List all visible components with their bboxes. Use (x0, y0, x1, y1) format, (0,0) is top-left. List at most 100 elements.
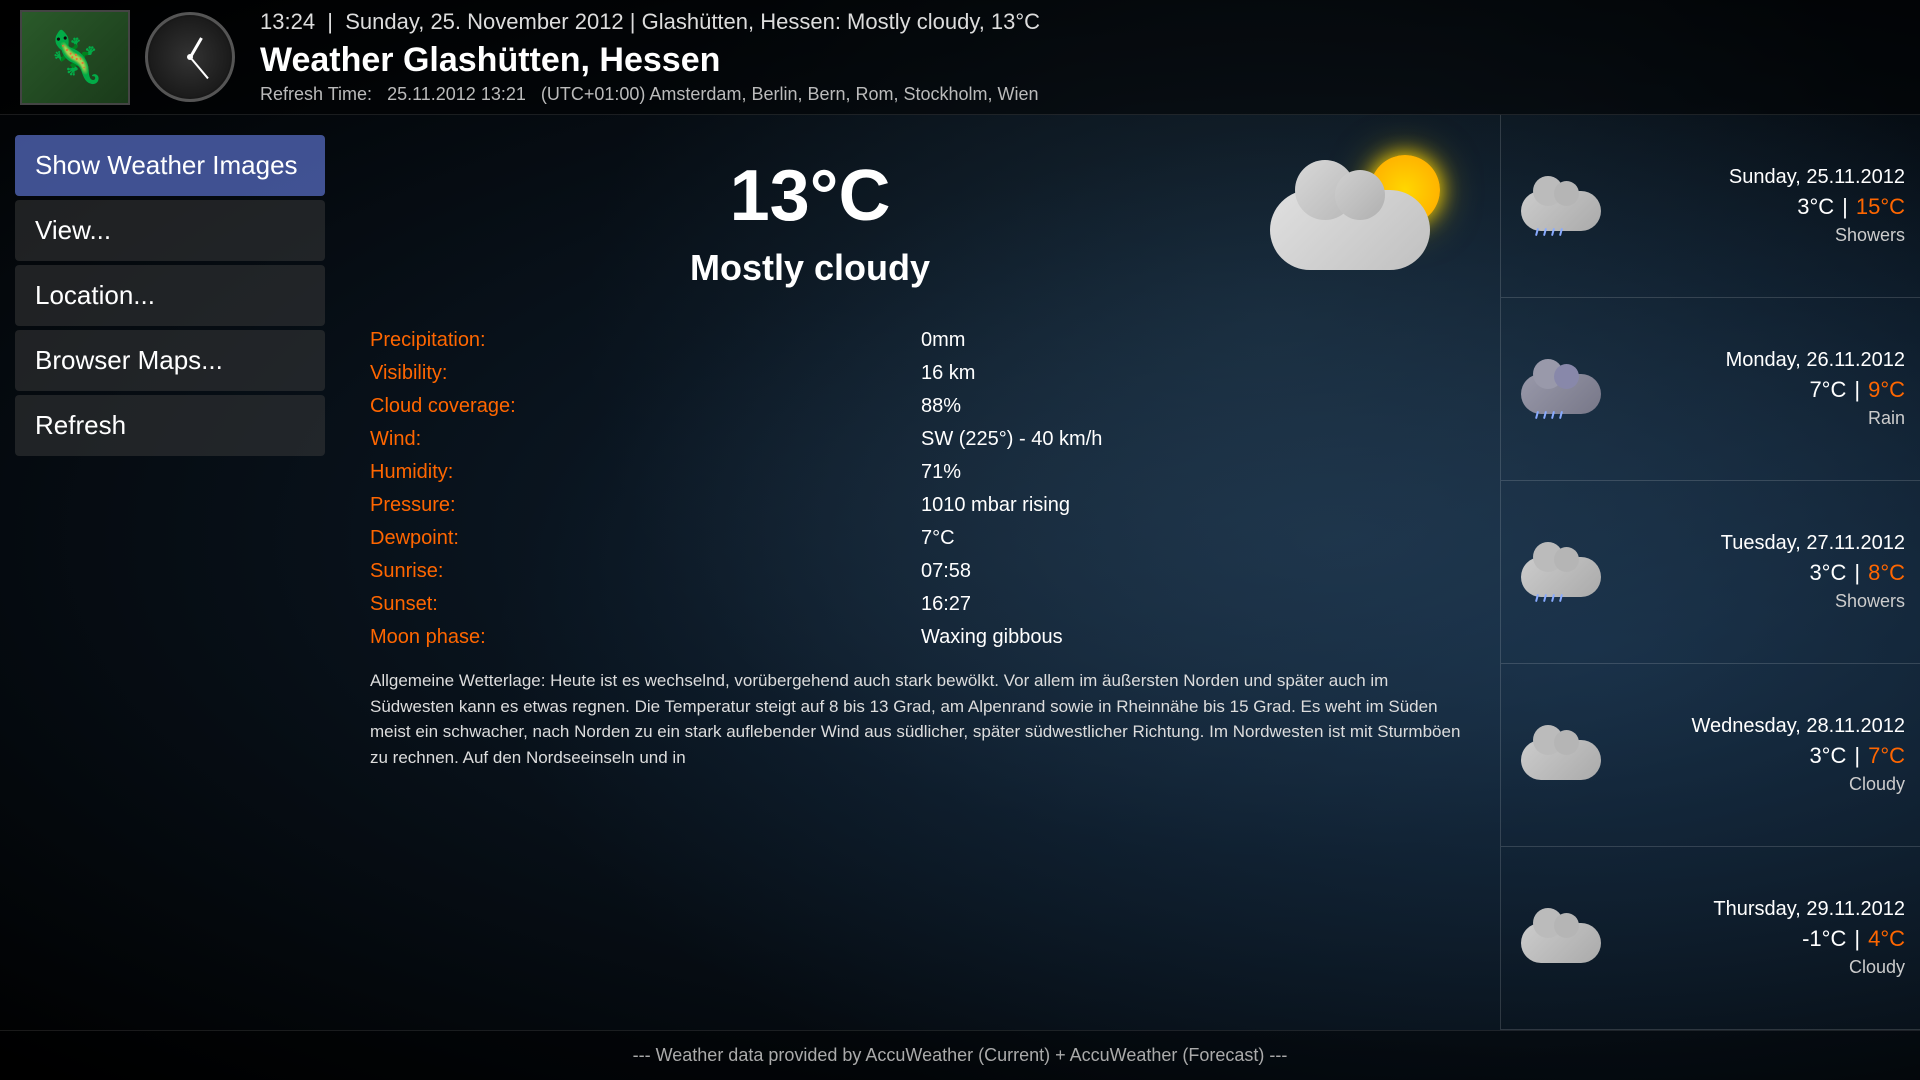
rain-drop (1543, 228, 1547, 236)
forecast-date: Sunday, 25.11.2012 (1616, 166, 1905, 189)
forecast-low: 3°C (1797, 194, 1834, 219)
refresh-label: Refresh Time: (260, 84, 372, 104)
forecast-high: 9°C (1868, 377, 1905, 402)
forecast-info: Monday, 26.11.2012 7°C | 9°C Rain (1616, 349, 1905, 429)
forecast-temps: -1°C|4°C (1616, 926, 1905, 952)
clock-center (187, 54, 193, 60)
detail-value: 1010 mbar rising (921, 490, 1470, 521)
small-cloud (1521, 374, 1601, 414)
rain-drop (1559, 228, 1563, 236)
forecast-condition: Cloudy (1616, 774, 1905, 795)
rain-drop (1559, 594, 1563, 602)
forecast-day-4: Thursday, 29.11.2012-1°C|4°CCloudy (1501, 847, 1920, 1030)
forecast-info: Wednesday, 28.11.20123°C|7°CCloudy (1616, 715, 1905, 795)
timezone: (UTC+01:00) Amsterdam, Berlin, Bern, Rom… (541, 84, 1039, 104)
small-cloud (1521, 557, 1601, 597)
header-date-loc: Sunday, 25. November 2012 | Glashütten, … (345, 9, 1040, 34)
sidebar-btn-location[interactable]: Location... (15, 265, 325, 326)
detail-label: Moon phase: (370, 622, 919, 653)
weather-icon-main (1250, 135, 1470, 295)
app-logo: 🦎 (20, 10, 130, 105)
forecast-cloud-icon (1516, 908, 1616, 968)
sidebar-btn-show-weather-images[interactable]: Show Weather Images (15, 135, 325, 196)
detail-label: Pressure: (370, 490, 919, 521)
weather-details: Precipitation:0mmVisibility:16 kmCloud c… (370, 325, 1470, 653)
detail-label: Humidity: (370, 457, 919, 488)
forecast-day-1: Monday, 26.11.2012 7°C | 9°C Rain (1501, 298, 1920, 481)
temp-separator: | (1854, 377, 1860, 402)
rain-drop (1535, 594, 1539, 602)
forecast-cloud-icon (1516, 725, 1616, 785)
detail-label: Sunrise: (370, 556, 919, 587)
detail-value: 0mm (921, 325, 1470, 356)
forecast-date: Tuesday, 27.11.2012 (1616, 532, 1905, 555)
detail-label: Precipitation: (370, 325, 919, 356)
detail-value: 71% (921, 457, 1470, 488)
small-cloud (1521, 923, 1601, 963)
rain-drops (1536, 594, 1562, 602)
weather-content: 13°C Mostly cloudy Precipitation:0mmVisi… (340, 115, 1500, 1030)
footer-text: --- Weather data provided by AccuWeather… (633, 1045, 1288, 1066)
sidebar-btn-view[interactable]: View... (15, 200, 325, 261)
forecast-info: Thursday, 29.11.2012-1°C|4°CCloudy (1616, 898, 1905, 978)
forecast-low: 3°C (1809, 743, 1846, 768)
forecast-day-3: Wednesday, 28.11.20123°C|7°CCloudy (1501, 664, 1920, 847)
detail-value: 16:27 (921, 589, 1470, 620)
detail-label: Dewpoint: (370, 523, 919, 554)
header-title: Weather Glashütten, Hessen (260, 41, 1900, 80)
forecast-low: 3°C (1809, 560, 1846, 585)
sidebar: Show Weather ImagesView...Location...Bro… (0, 115, 340, 1030)
temp-condition: 13°C Mostly cloudy (370, 135, 1250, 289)
sidebar-btn-refresh[interactable]: Refresh (15, 395, 325, 456)
detail-label: Wind: (370, 424, 919, 455)
weather-description: Allgemeine Wetterlage: Heute ist es wech… (370, 668, 1470, 770)
forecast-high: 15°C (1856, 194, 1905, 219)
detail-label: Visibility: (370, 358, 919, 389)
forecast-temps: 3°C|7°C (1616, 743, 1905, 769)
forecast-low: -1°C (1802, 926, 1846, 951)
forecast-cloud-icon (1516, 176, 1616, 236)
refresh-time: 25.11.2012 13:21 (387, 84, 526, 104)
detail-value: SW (225°) - 40 km/h (921, 424, 1470, 455)
forecast-date: Wednesday, 28.11.2012 (1616, 715, 1905, 738)
forecast-day-0: Sunday, 25.11.20123°C|15°CShowers (1501, 115, 1920, 298)
temp-separator: | (1854, 743, 1860, 768)
current-weather: 13°C Mostly cloudy (370, 135, 1470, 295)
clock-widget (145, 12, 235, 102)
frog-icon: 🦎 (44, 28, 106, 87)
footer: --- Weather data provided by AccuWeather… (0, 1030, 1920, 1080)
cloud-icon (1270, 190, 1430, 270)
cloud-sun-icon (1270, 150, 1450, 280)
forecast-condition: Rain (1616, 408, 1905, 429)
small-cloud (1521, 191, 1601, 231)
temp-separator: | (1854, 926, 1860, 951)
header-info: 13:24 | Sunday, 25. November 2012 | Glas… (260, 9, 1900, 105)
rain-drop (1535, 228, 1539, 236)
detail-label: Cloud coverage: (370, 391, 919, 422)
forecast-info: Sunday, 25.11.20123°C|15°CShowers (1616, 166, 1905, 246)
detail-value: 07:58 (921, 556, 1470, 587)
rain-drop (1551, 411, 1555, 419)
forecast-temps: 3°C|8°C (1616, 560, 1905, 586)
rain-drop (1535, 411, 1539, 419)
header-date-location: 13:24 | Sunday, 25. November 2012 | Glas… (260, 9, 1900, 35)
forecast-date: Monday, 26.11.2012 (1616, 349, 1905, 372)
rain-drops (1536, 411, 1562, 419)
forecast-high: 8°C (1868, 560, 1905, 585)
forecast-day-2: Tuesday, 27.11.20123°C|8°CShowers (1501, 481, 1920, 664)
header-refresh: Refresh Time: 25.11.2012 13:21 (UTC+01:0… (260, 84, 1900, 105)
header: 🦎 13:24 | Sunday, 25. November 2012 | Gl… (0, 0, 1920, 115)
temp-separator: | (1842, 194, 1848, 219)
current-condition: Mostly cloudy (370, 247, 1250, 289)
forecast-condition: Cloudy (1616, 957, 1905, 978)
forecast-date: Thursday, 29.11.2012 (1616, 898, 1905, 921)
sidebar-btn-browser-maps[interactable]: Browser Maps... (15, 330, 325, 391)
detail-label: Sunset: (370, 589, 919, 620)
clock-face (150, 17, 230, 97)
rain-drop (1551, 228, 1555, 236)
current-temperature: 13°C (370, 155, 1250, 237)
forecast-low: 7°C (1809, 377, 1846, 402)
rain-drop (1551, 594, 1555, 602)
forecast-info: Tuesday, 27.11.20123°C|8°CShowers (1616, 532, 1905, 612)
detail-value: 16 km (921, 358, 1470, 389)
